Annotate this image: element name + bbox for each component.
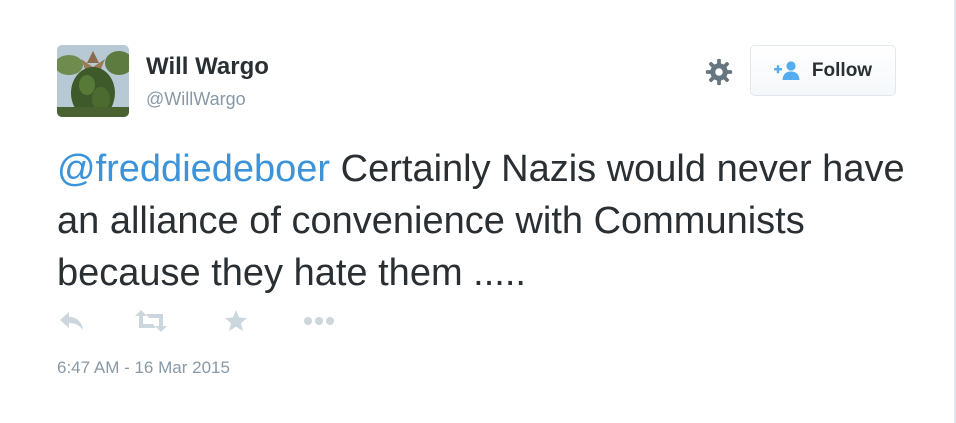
follow-button-label: Follow — [811, 59, 873, 81]
more-dots-icon — [304, 317, 334, 325]
avatar[interactable] — [57, 45, 129, 117]
retweet-button[interactable] — [135, 306, 167, 336]
user-name[interactable]: Will Wargo — [146, 53, 269, 81]
mention-link[interactable]: @freddiedeboer — [57, 148, 330, 190]
reply-icon — [60, 312, 83, 330]
favorite-button[interactable] — [224, 306, 248, 336]
gear-icon[interactable] — [704, 57, 734, 87]
reply-button[interactable] — [59, 306, 85, 336]
follow-button[interactable]: Follow — [750, 45, 896, 96]
more-button[interactable] — [303, 306, 335, 336]
retweet-icon — [135, 310, 167, 332]
follow-user-plus-icon — [773, 60, 800, 80]
tweet-text: @freddiedeboer Certainly Nazis would nev… — [57, 143, 917, 299]
avatar-image — [57, 45, 129, 117]
user-handle[interactable]: @WillWargo — [146, 89, 246, 110]
star-icon — [225, 310, 247, 331]
tweet-timestamp[interactable]: 6:47 AM - 16 Mar 2015 — [57, 358, 230, 378]
